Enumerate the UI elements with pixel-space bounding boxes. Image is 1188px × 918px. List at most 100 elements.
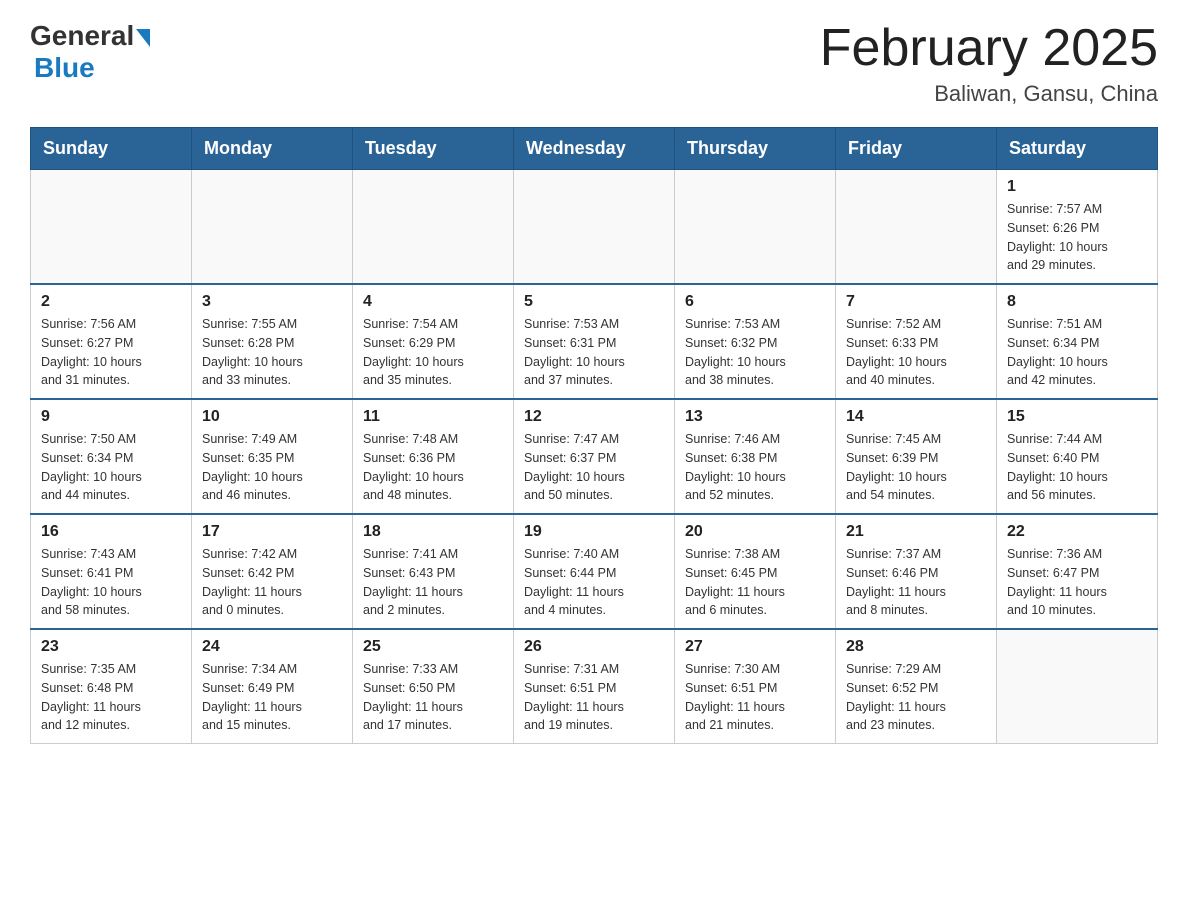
table-row [192, 170, 353, 285]
day-info: Sunrise: 7:56 AMSunset: 6:27 PMDaylight:… [41, 315, 181, 390]
day-number: 7 [846, 293, 986, 311]
month-title: February 2025 [820, 20, 1158, 77]
day-info: Sunrise: 7:57 AMSunset: 6:26 PMDaylight:… [1007, 200, 1147, 275]
col-header-thursday: Thursday [675, 128, 836, 170]
day-info: Sunrise: 7:46 AMSunset: 6:38 PMDaylight:… [685, 430, 825, 505]
table-row: 1 Sunrise: 7:57 AMSunset: 6:26 PMDaylight… [997, 170, 1158, 285]
day-number: 10 [202, 408, 342, 426]
day-info: Sunrise: 7:33 AMSunset: 6:50 PMDaylight:… [363, 660, 503, 735]
logo: General Blue [30, 20, 150, 84]
day-info: Sunrise: 7:48 AMSunset: 6:36 PMDaylight:… [363, 430, 503, 505]
day-number: 23 [41, 638, 181, 656]
title-section: February 2025 Baliwan, Gansu, China [820, 20, 1158, 107]
table-row [31, 170, 192, 285]
table-row: 2 Sunrise: 7:56 AMSunset: 6:27 PMDaylight… [31, 284, 192, 399]
col-header-saturday: Saturday [997, 128, 1158, 170]
logo-arrow-icon [136, 29, 150, 47]
day-info: Sunrise: 7:53 AMSunset: 6:32 PMDaylight:… [685, 315, 825, 390]
day-number: 17 [202, 523, 342, 541]
day-number: 27 [685, 638, 825, 656]
logo-general-text: General [30, 20, 134, 52]
day-number: 8 [1007, 293, 1147, 311]
day-number: 2 [41, 293, 181, 311]
page-header: General Blue February 2025 Baliwan, Gans… [30, 20, 1158, 107]
day-number: 21 [846, 523, 986, 541]
table-row: 24Sunrise: 7:34 AMSunset: 6:49 PMDayligh… [192, 629, 353, 744]
table-row [514, 170, 675, 285]
day-info: Sunrise: 7:41 AMSunset: 6:43 PMDaylight:… [363, 545, 503, 620]
day-number: 3 [202, 293, 342, 311]
table-row: 27 Sunrise: 7:30 AMSunset: 6:51 PMDayligh… [675, 629, 836, 744]
day-info: Sunrise: 7:37 AMSunset: 6:46 PMDaylight:… [846, 545, 986, 620]
table-row: 20Sunrise: 7:38 AMSunset: 6:45 PMDayligh… [675, 514, 836, 629]
table-row: 23 Sunrise: 7:35 AMSunset: 6:48 PMDayligh… [31, 629, 192, 744]
col-header-monday: Monday [192, 128, 353, 170]
day-number: 4 [363, 293, 503, 311]
calendar-week-row: 2 Sunrise: 7:56 AMSunset: 6:27 PMDaylight… [31, 284, 1158, 399]
table-row: 13 Sunrise: 7:46 AMSunset: 6:38 PMDayligh… [675, 399, 836, 514]
day-number: 12 [524, 408, 664, 426]
day-number: 9 [41, 408, 181, 426]
col-header-tuesday: Tuesday [353, 128, 514, 170]
day-info: Sunrise: 7:42 AMSunset: 6:42 PMDaylight:… [202, 545, 342, 620]
day-number: 16 [41, 523, 181, 541]
day-number: 13 [685, 408, 825, 426]
day-info: Sunrise: 7:54 AMSunset: 6:29 PMDaylight:… [363, 315, 503, 390]
table-row: 4 Sunrise: 7:54 AMSunset: 6:29 PMDaylight… [353, 284, 514, 399]
location-title: Baliwan, Gansu, China [820, 81, 1158, 107]
table-row: 19 Sunrise: 7:40 AMSunset: 6:44 PMDayligh… [514, 514, 675, 629]
table-row: 5 Sunrise: 7:53 AMSunset: 6:31 PMDaylight… [514, 284, 675, 399]
day-number: 26 [524, 638, 664, 656]
table-row: 22Sunrise: 7:36 AMSunset: 6:47 PMDayligh… [997, 514, 1158, 629]
day-info: Sunrise: 7:55 AMSunset: 6:28 PMDaylight:… [202, 315, 342, 390]
day-info: Sunrise: 7:36 AMSunset: 6:47 PMDaylight:… [1007, 545, 1147, 620]
day-info: Sunrise: 7:40 AMSunset: 6:44 PMDaylight:… [524, 545, 664, 620]
day-info: Sunrise: 7:34 AMSunset: 6:49 PMDaylight:… [202, 660, 342, 735]
calendar-week-row: 16 Sunrise: 7:43 AMSunset: 6:41 PMDayligh… [31, 514, 1158, 629]
day-info: Sunrise: 7:35 AMSunset: 6:48 PMDaylight:… [41, 660, 181, 735]
table-row: 26Sunrise: 7:31 AMSunset: 6:51 PMDayligh… [514, 629, 675, 744]
day-number: 5 [524, 293, 664, 311]
day-info: Sunrise: 7:29 AMSunset: 6:52 PMDaylight:… [846, 660, 986, 735]
table-row: 7Sunrise: 7:52 AMSunset: 6:33 PMDaylight… [836, 284, 997, 399]
table-row: 8 Sunrise: 7:51 AMSunset: 6:34 PMDaylight… [997, 284, 1158, 399]
day-number: 6 [685, 293, 825, 311]
day-info: Sunrise: 7:49 AMSunset: 6:35 PMDaylight:… [202, 430, 342, 505]
table-row: 21 Sunrise: 7:37 AMSunset: 6:46 PMDayligh… [836, 514, 997, 629]
day-number: 28 [846, 638, 986, 656]
day-info: Sunrise: 7:43 AMSunset: 6:41 PMDaylight:… [41, 545, 181, 620]
day-number: 14 [846, 408, 986, 426]
table-row [675, 170, 836, 285]
day-number: 11 [363, 408, 503, 426]
table-row: 12 Sunrise: 7:47 AMSunset: 6:37 PMDayligh… [514, 399, 675, 514]
day-info: Sunrise: 7:47 AMSunset: 6:37 PMDaylight:… [524, 430, 664, 505]
col-header-sunday: Sunday [31, 128, 192, 170]
day-info: Sunrise: 7:44 AMSunset: 6:40 PMDaylight:… [1007, 430, 1147, 505]
day-number: 25 [363, 638, 503, 656]
table-row: 25 Sunrise: 7:33 AMSunset: 6:50 PMDayligh… [353, 629, 514, 744]
day-info: Sunrise: 7:38 AMSunset: 6:45 PMDaylight:… [685, 545, 825, 620]
table-row: 28 Sunrise: 7:29 AMSunset: 6:52 PMDayligh… [836, 629, 997, 744]
table-row [353, 170, 514, 285]
logo-blue-text: Blue [34, 52, 95, 84]
table-row: 16 Sunrise: 7:43 AMSunset: 6:41 PMDayligh… [31, 514, 192, 629]
day-info: Sunrise: 7:50 AMSunset: 6:34 PMDaylight:… [41, 430, 181, 505]
day-info: Sunrise: 7:51 AMSunset: 6:34 PMDaylight:… [1007, 315, 1147, 390]
day-number: 19 [524, 523, 664, 541]
table-row: 17 Sunrise: 7:42 AMSunset: 6:42 PMDayligh… [192, 514, 353, 629]
table-row: 15Sunrise: 7:44 AMSunset: 6:40 PMDayligh… [997, 399, 1158, 514]
calendar-table: Sunday Monday Tuesday Wednesday Thursday… [30, 127, 1158, 744]
table-row: 9 Sunrise: 7:50 AMSunset: 6:34 PMDaylight… [31, 399, 192, 514]
col-header-friday: Friday [836, 128, 997, 170]
table-row [997, 629, 1158, 744]
table-row: 6 Sunrise: 7:53 AMSunset: 6:32 PMDaylight… [675, 284, 836, 399]
col-header-wednesday: Wednesday [514, 128, 675, 170]
calendar-header-row: Sunday Monday Tuesday Wednesday Thursday… [31, 128, 1158, 170]
table-row: 14Sunrise: 7:45 AMSunset: 6:39 PMDayligh… [836, 399, 997, 514]
day-info: Sunrise: 7:53 AMSunset: 6:31 PMDaylight:… [524, 315, 664, 390]
day-number: 18 [363, 523, 503, 541]
table-row: 18 Sunrise: 7:41 AMSunset: 6:43 PMDayligh… [353, 514, 514, 629]
table-row: 11 Sunrise: 7:48 AMSunset: 6:36 PMDayligh… [353, 399, 514, 514]
day-info: Sunrise: 7:30 AMSunset: 6:51 PMDaylight:… [685, 660, 825, 735]
day-number: 1 [1007, 178, 1147, 196]
